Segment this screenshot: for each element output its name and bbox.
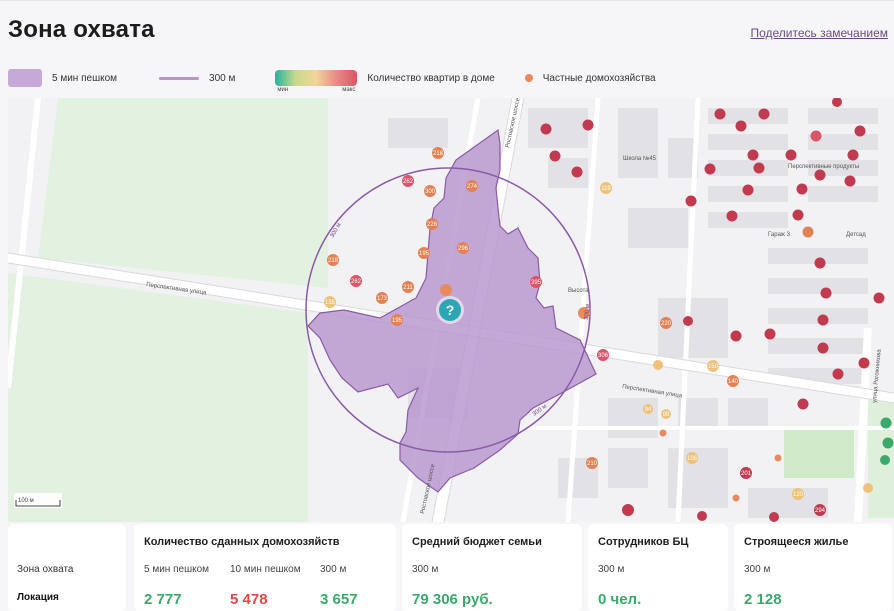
employees-title: Сотрудников БЦ (598, 536, 689, 548)
marker-label: 173 (377, 296, 388, 302)
marker-label: 195 (419, 251, 430, 257)
park-area (38, 98, 328, 288)
marker-label: 218 (433, 151, 444, 157)
marker-label: 226 (427, 222, 438, 228)
employees-value: 0 чел. (598, 591, 642, 608)
apartment-marker (697, 511, 707, 521)
marker-label: 294 (815, 508, 826, 514)
marker-label: 211 (403, 285, 413, 291)
scale-label: 100 м (18, 498, 34, 504)
stats-row-labels: Зона охвата Локация (8, 524, 126, 611)
households-value: 3 657 (320, 591, 358, 608)
marker-label: 120 (793, 492, 804, 498)
apartment-marker (622, 504, 634, 516)
share-feedback-link[interactable]: Поделитесь замечанием (750, 26, 888, 40)
location-pin[interactable]: ? (436, 296, 464, 324)
marker-label: 210 (587, 461, 598, 467)
row-label-zone: Зона охвата (17, 564, 74, 575)
legend-apartments-label: Количество квартир в доме (367, 72, 495, 84)
marker-label: 140 (728, 379, 739, 385)
apartments-gradient-swatch: мин макс (275, 70, 358, 93)
private-household-dot (524, 74, 533, 82)
marker-label: 98 (663, 412, 670, 418)
poi-label: Школа №45 (623, 155, 657, 162)
marker-label: 94 (645, 407, 652, 413)
budget-card: Средний бюджет семьи 300 м 79 306 руб. (402, 524, 582, 611)
marker-label: 296 (458, 246, 469, 252)
apartment-marker (769, 512, 779, 522)
legend-radius-label: 300 м (209, 72, 236, 84)
marker-label: 119 (601, 186, 611, 192)
households-col-label: 5 мин пешком (144, 564, 210, 575)
marker-label: 135 (325, 300, 336, 306)
gradient-min-label: мин (277, 87, 289, 93)
construction-value: 2 128 (744, 591, 782, 608)
page-title: Зона охвата (8, 16, 155, 43)
walk-zone-swatch (8, 69, 42, 87)
apartment-marker (653, 360, 663, 370)
marker-label: 274 (467, 184, 478, 190)
marker-label: 300 (425, 189, 436, 195)
marker-label: 220 (661, 321, 672, 327)
poi-label: Высота (568, 288, 589, 294)
poi-label: Гараж 3 (768, 232, 791, 238)
households-title: Количество сданных домохозяйств (144, 536, 340, 548)
marker-label: 195 (392, 318, 403, 324)
park-area (8, 273, 308, 522)
marker-label: 306 (598, 353, 609, 359)
budget-value: 79 306 руб. (412, 591, 493, 608)
gradient-max-label: макс (342, 87, 356, 93)
marker-label: 106 (687, 456, 698, 462)
construction-title: Строящееся жилье (744, 536, 849, 548)
legend-walk-label: 5 мин пешком (52, 72, 118, 84)
households-col-label: 300 м (320, 564, 347, 575)
employees-sub: 300 м (598, 564, 625, 575)
question-mark-icon: ? (446, 302, 455, 318)
park-area (784, 426, 854, 478)
radius-line-swatch (159, 76, 200, 80)
map-legend: 5 мин пешком 300 м мин макс Количество к… (8, 66, 888, 93)
coverage-map[interactable]: 218 274 300 262 226 195 296 262 218 173 … (8, 98, 894, 522)
scale-bar: 100 м (14, 493, 62, 508)
employees-card: Сотрудников БЦ 300 м 0 чел. (588, 524, 728, 611)
construction-sub: 300 м (744, 564, 771, 575)
marker-label: 218 (328, 258, 339, 264)
poi-label: Детсад (846, 232, 866, 238)
households-value: 2 777 (144, 591, 182, 608)
marker-label: 150 (708, 364, 719, 370)
budget-title: Средний бюджет семьи (412, 536, 542, 548)
marker-label: 262 (403, 179, 414, 185)
marker-label: 262 (351, 279, 362, 285)
legend-private-label: Частные домохозяйства (542, 72, 656, 84)
marker-label: 201 (741, 471, 752, 477)
stats-panel: Зона охвата Локация Количество сданных д… (8, 524, 894, 611)
households-card: Количество сданных домохозяйств 5 мин пе… (134, 524, 396, 611)
budget-sub: 300 м (412, 564, 439, 575)
households-col-label: 10 мин пешком (230, 564, 301, 575)
households-value: 5 478 (230, 591, 268, 608)
top-divider (0, 0, 894, 1)
map-canvas[interactable]: 218 274 300 262 226 195 296 262 218 173 … (8, 98, 894, 522)
poi-label: Перспективные продукты (788, 164, 859, 170)
marker-label: 395 (531, 280, 542, 286)
construction-card: Строящееся жилье 300 м 2 128 (734, 524, 892, 611)
row-label-location: Локация (17, 592, 59, 603)
